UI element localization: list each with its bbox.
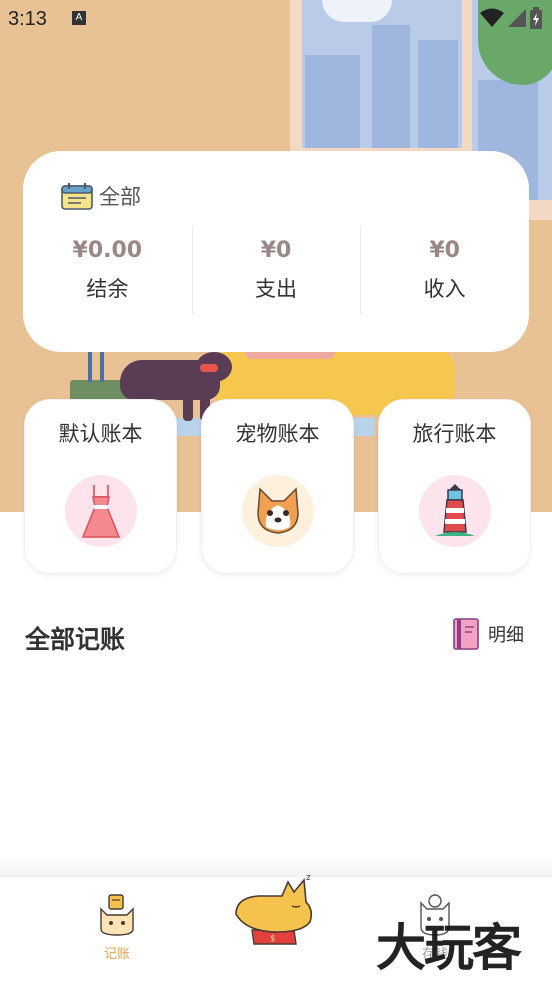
detail-button[interactable]: 明细 [452, 617, 524, 651]
book-selector[interactable]: 全部 [61, 181, 141, 211]
stat-value: ¥0 [260, 238, 292, 263]
book-title: 旅行账本 [412, 422, 497, 446]
stat-label: 支出 [255, 277, 297, 301]
status-bar: 3:13 A [0, 0, 552, 36]
stat-value: ¥0 [429, 238, 460, 263]
stat-value: ¥0.00 [72, 238, 143, 263]
svg-text:z: z [306, 873, 311, 883]
notebook-icon [453, 618, 479, 650]
dress-icon [65, 475, 137, 547]
add-record-button[interactable]: $ z [232, 870, 322, 950]
stat-label: 结余 [86, 277, 129, 301]
book-card-pet[interactable]: 宠物账本 [201, 399, 354, 574]
cat-leg [183, 395, 193, 421]
svg-text:$: $ [270, 934, 276, 944]
stat-balance: ¥0.00 结余 [23, 226, 192, 316]
lighthouse-icon [419, 475, 491, 547]
status-time: 3:13 [8, 8, 47, 30]
plant-stem [100, 352, 104, 382]
summary-card[interactable]: 全部 ¥0.00 结余 ¥0 支出 ¥0 收入 [23, 151, 529, 352]
stats-row: ¥0.00 结余 ¥0 支出 ¥0 收入 [23, 226, 529, 316]
book-card-travel[interactable]: 旅行账本 [378, 399, 531, 574]
nav-tab-ledger[interactable]: 记账 [77, 893, 157, 962]
building [418, 40, 458, 148]
watermark-logo: 大玩客 [376, 918, 522, 977]
nav-label: 记账 [103, 947, 130, 962]
sleeping-cat-icon: $ z [235, 873, 313, 945]
cat-ledger-icon [100, 894, 134, 936]
building [305, 55, 360, 148]
stat-expense: ¥0 支出 [191, 226, 361, 316]
plant-stem [88, 352, 92, 382]
book-label: 全部 [99, 185, 141, 209]
wifi-icon [480, 8, 504, 27]
book-title: 宠物账本 [235, 422, 320, 446]
stat-income: ¥0 收入 [360, 226, 529, 316]
detail-label: 明细 [488, 625, 524, 646]
book-card-default[interactable]: 默认账本 [24, 399, 177, 574]
building [372, 25, 410, 148]
battery-icon [530, 7, 542, 29]
status-indicators [480, 7, 542, 29]
section-title: 全部记账 [25, 625, 126, 654]
stat-label: 收入 [423, 277, 466, 301]
keyboard-icon: A [72, 11, 86, 25]
calendar-icon [61, 183, 93, 210]
corgi-icon [242, 475, 314, 547]
signal-icon [508, 9, 526, 27]
cat-collar [200, 364, 218, 372]
book-title: 默认账本 [58, 422, 143, 446]
